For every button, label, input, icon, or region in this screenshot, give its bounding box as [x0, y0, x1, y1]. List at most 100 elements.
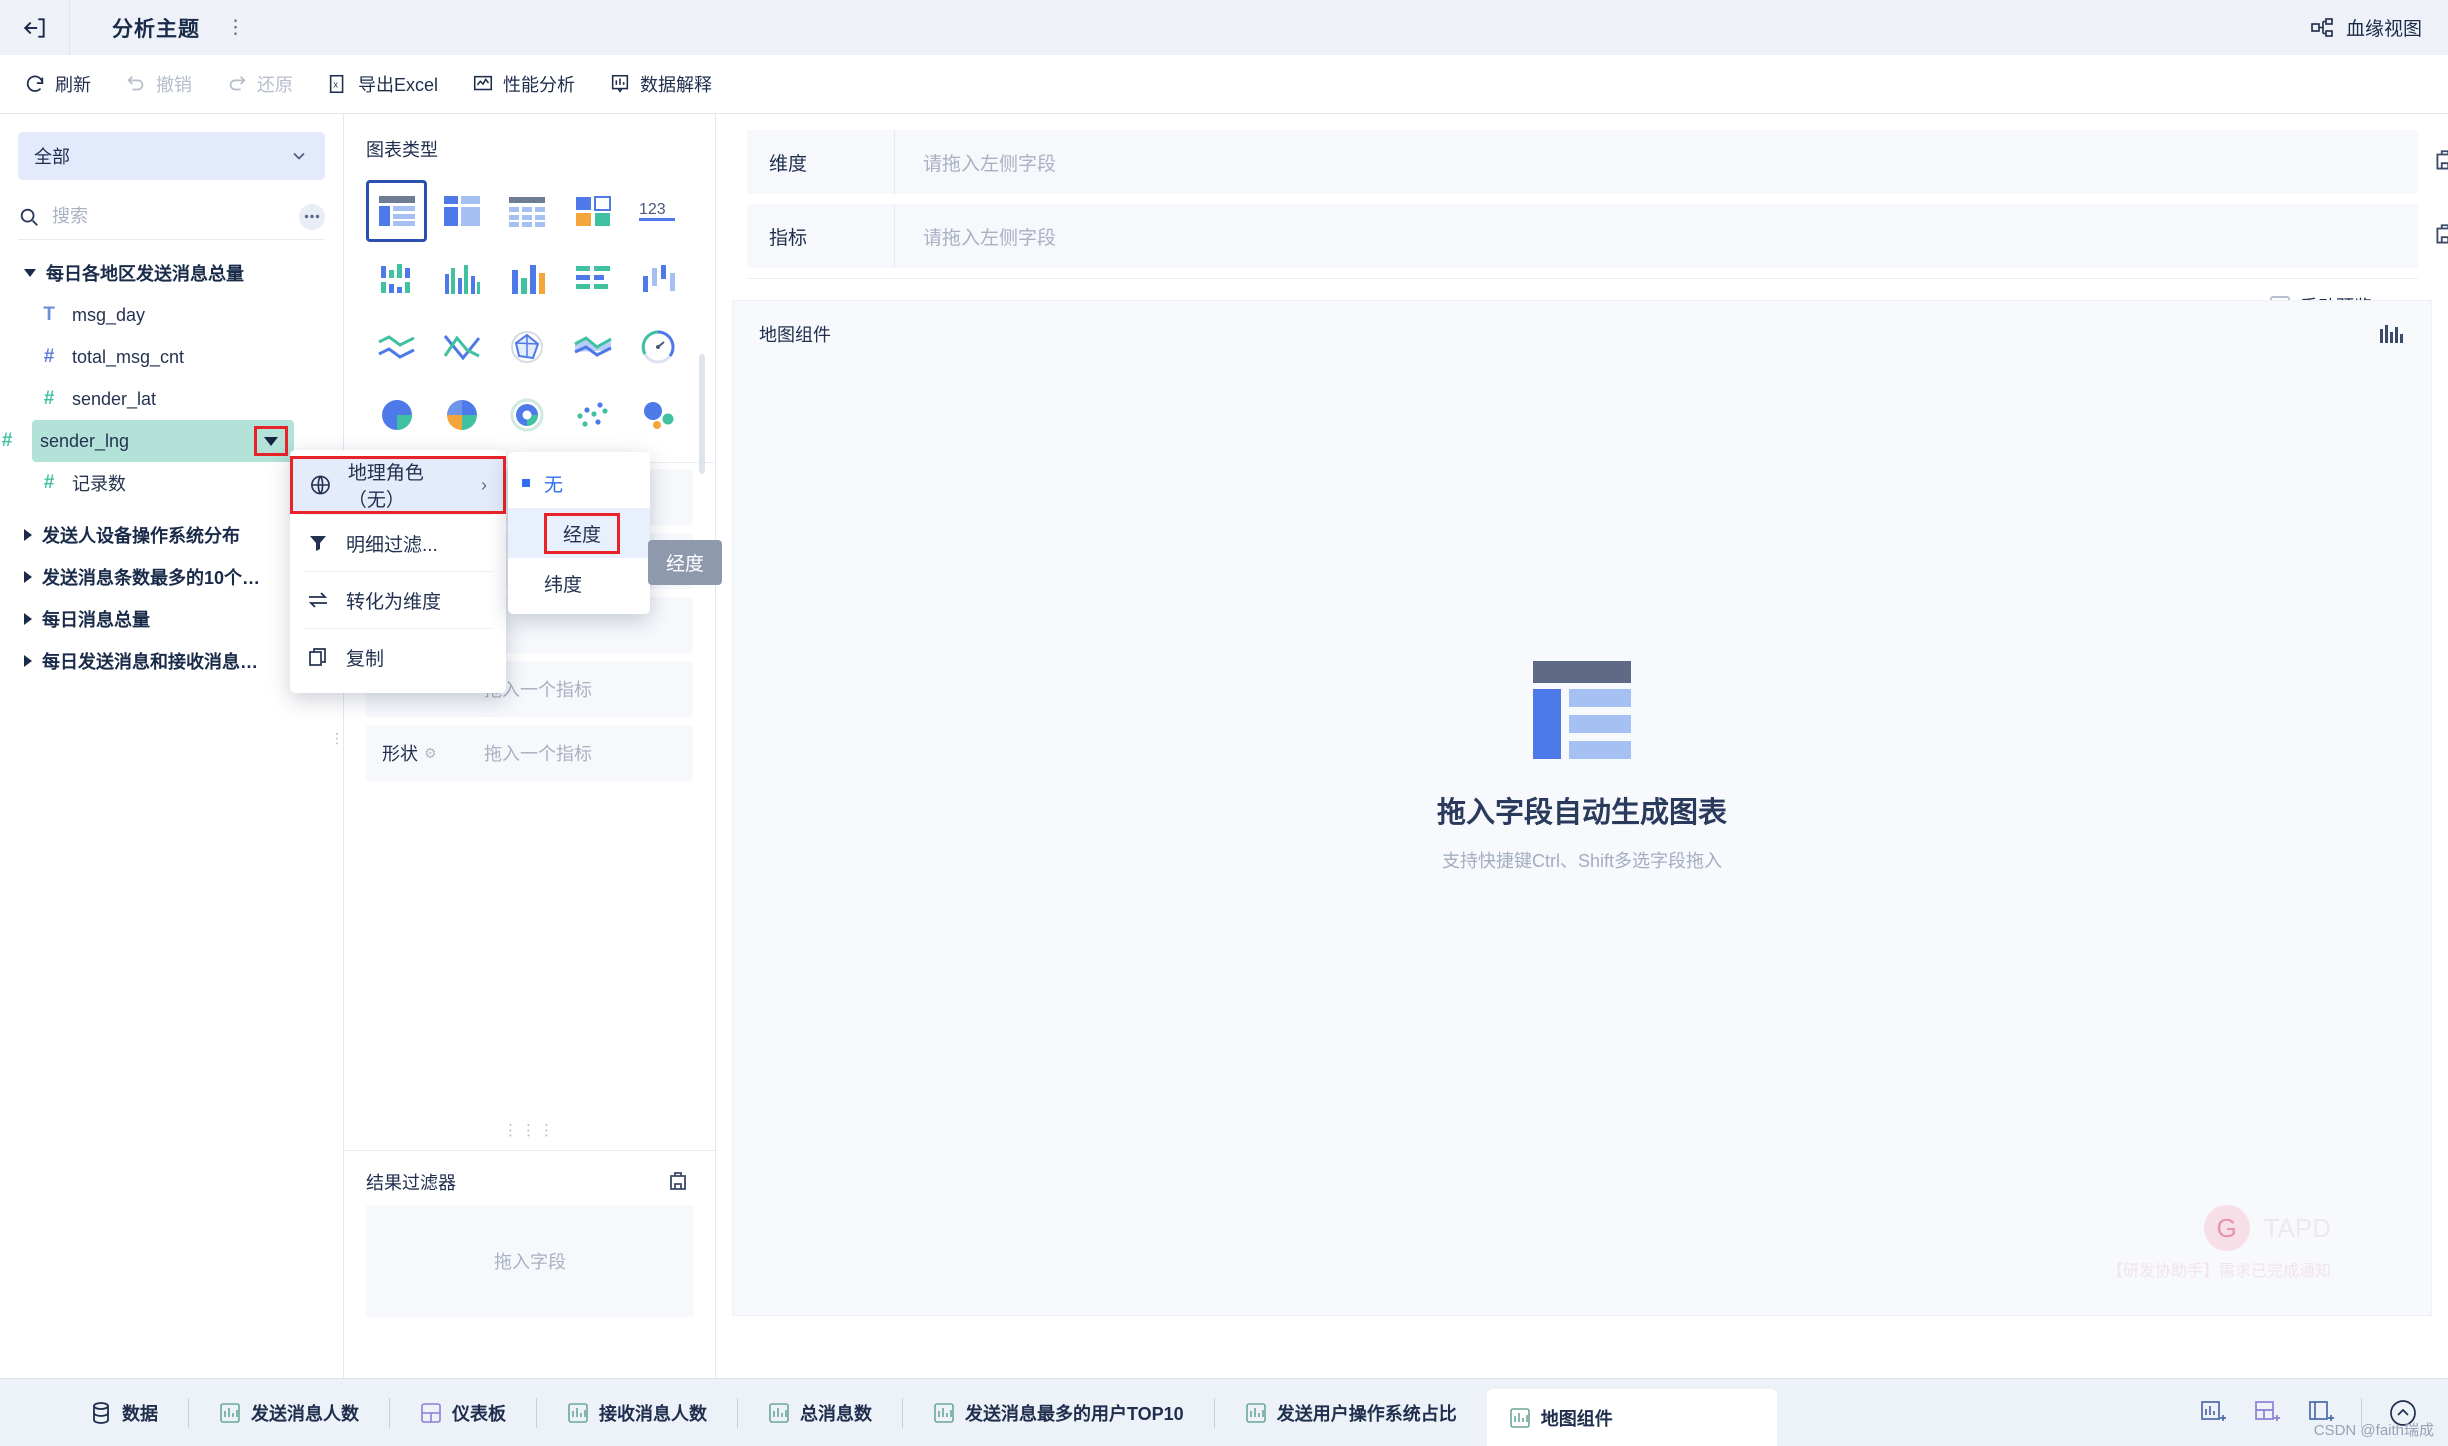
tree-group-header[interactable]: 每日各地区发送消息总量: [0, 252, 343, 294]
submenu-item-none[interactable]: 无: [508, 458, 650, 508]
chart-type-area[interactable]: [562, 316, 623, 378]
config-resize-handle[interactable]: ⋮⋮⋮: [344, 1119, 716, 1142]
data-explain-button[interactable]: 数据解释: [609, 71, 712, 97]
tab-top10-senders[interactable]: 发送消息最多的用户TOP10: [903, 1379, 1214, 1446]
tab-label: 仪表板: [452, 1403, 506, 1424]
chart-type-donut[interactable]: [497, 384, 558, 446]
excel-icon: x: [329, 74, 344, 94]
chart-type-column-block[interactable]: [431, 180, 492, 242]
field-item-sender-lng[interactable]: # sender_lng: [2, 420, 294, 462]
cross-table-chart-icon: [509, 197, 546, 227]
lineage-view-button[interactable]: 血缘视图: [2310, 0, 2422, 55]
bar-chart-icon: [1245, 1402, 1266, 1423]
submenu-label: 经度: [544, 512, 621, 554]
field-item-total-msg-cnt[interactable]: # total_msg_cnt: [0, 336, 343, 378]
chart-bars-icon[interactable]: [2379, 323, 2405, 345]
chart-type-scrollbar[interactable]: [699, 354, 705, 474]
submenu-item-latitude[interactable]: 纬度: [508, 558, 650, 608]
tree-group-label: 每日消息总量: [42, 610, 150, 630]
bar-chart-icon: [934, 1402, 954, 1423]
chart-type-pie[interactable]: [366, 384, 427, 446]
chart-type-gauge[interactable]: [628, 316, 689, 378]
save-icon[interactable]: [666, 1170, 690, 1194]
tab-map-component[interactable]: 地图组件: [1486, 1388, 1777, 1446]
undo-button[interactable]: 撤销: [125, 71, 192, 97]
refresh-button[interactable]: 刷新: [24, 71, 91, 97]
text-type-icon: T: [43, 304, 55, 325]
context-menu-item-detail-filter[interactable]: 明细过滤...: [290, 515, 506, 571]
measure-dropzone[interactable]: 指标 请拖入左侧字段: [747, 204, 2448, 268]
caret-right-icon: [24, 613, 32, 625]
data-explain-icon: [611, 74, 629, 93]
search-icon: [20, 208, 38, 226]
redo-button[interactable]: 还原: [226, 71, 293, 97]
redo-icon: [229, 76, 246, 91]
export-excel-button[interactable]: x 导出Excel: [327, 71, 438, 97]
undo-label: 撤销: [156, 75, 192, 95]
field-more-button[interactable]: [299, 203, 325, 230]
submenu-item-longitude[interactable]: 经度: [508, 508, 650, 558]
result-filter-dropzone[interactable]: 拖入字段: [366, 1205, 694, 1317]
area-chart-icon: [574, 336, 612, 357]
context-menu-item-convert-dimension[interactable]: 转化为维度: [290, 572, 506, 628]
title-more-button[interactable]: ⋮: [226, 18, 245, 37]
tab-dashboard[interactable]: 仪表板: [390, 1379, 536, 1446]
database-icon: [93, 1401, 109, 1424]
dataset-selector[interactable]: 全部: [18, 132, 325, 180]
geo-role-submenu: 无 经度 纬度: [508, 452, 650, 614]
field-item-sender-lat[interactable]: # sender_lat: [0, 378, 343, 420]
chart-type-cross-table[interactable]: [497, 180, 558, 242]
tab-data[interactable]: 数据: [60, 1379, 188, 1446]
field-label: msg_day: [72, 304, 146, 325]
back-button[interactable]: [0, 0, 70, 55]
chart-type-range-bar[interactable]: [628, 248, 689, 310]
number-type-icon: #: [43, 346, 55, 367]
add-chart-icon[interactable]: [2199, 1399, 2227, 1427]
tab-os-share[interactable]: 发送用户操作系统占比: [1215, 1379, 1487, 1446]
add-dashboard-icon[interactable]: [2253, 1399, 2281, 1427]
tab-send-msg-users[interactable]: 发送消息人数: [189, 1379, 389, 1446]
field-dropzones: 维度 请拖入左侧字段 指标 请拖入左侧字段: [717, 114, 2448, 268]
tab-label: 地图组件: [1540, 1408, 1613, 1429]
field-item-msg-day[interactable]: T msg_day: [0, 294, 343, 336]
tree-group-label: 发送人设备操作系统分布: [42, 526, 240, 546]
chart-type-intersect-line[interactable]: [431, 316, 492, 378]
scatter-chart-icon: [577, 402, 608, 427]
context-menu-item-geo-role[interactable]: 地理角色（无） ›: [290, 456, 506, 514]
tab-recv-msg-users[interactable]: 接收消息人数: [537, 1379, 737, 1446]
measure-placeholder: 请拖入左侧字段: [923, 227, 1057, 249]
chart-type-horizontal-bar[interactable]: [562, 248, 623, 310]
caret-right-icon: [24, 655, 32, 667]
tab-total-msgs[interactable]: 总消息数: [738, 1379, 902, 1446]
chart-type-multi-bar[interactable]: [431, 248, 492, 310]
chart-type-grouped-bar[interactable]: [366, 248, 427, 310]
page-title: 分析主题: [112, 17, 200, 41]
dimension-dropzone[interactable]: 维度 请拖入左侧字段: [747, 130, 2448, 194]
context-menu-label: 复制: [346, 648, 385, 670]
field-dropdown-button[interactable]: [254, 426, 288, 456]
chart-type-dual-line[interactable]: [366, 316, 427, 378]
field-label: 记录数: [72, 474, 126, 494]
chart-type-rose-pie[interactable]: [431, 384, 492, 446]
caret-right-icon: [24, 529, 32, 541]
encoding-label: 形状: [382, 744, 418, 764]
encoding-row-shape[interactable]: 形状 ⚙ 拖入一个指标: [366, 725, 693, 781]
dimension-placeholder: 请拖入左侧字段: [923, 153, 1057, 175]
chart-type-mosaic[interactable]: [562, 180, 623, 242]
gear-icon[interactable]: ⚙: [424, 745, 437, 762]
performance-analysis-button[interactable]: 性能分析: [472, 71, 575, 97]
tree-group-label: 每日发送消息和接收消息…: [42, 652, 258, 672]
chart-type-column[interactable]: [497, 248, 558, 310]
filter-icon: [310, 536, 326, 551]
save-icon[interactable]: [2432, 222, 2448, 248]
chart-type-bubble[interactable]: [628, 384, 689, 446]
search-input[interactable]: [52, 206, 287, 227]
dual-line-chart-icon: [378, 335, 415, 359]
chart-type-radar[interactable]: [497, 316, 558, 378]
tab-label: 发送消息最多的用户TOP10: [965, 1403, 1184, 1424]
chart-type-number-kpi[interactable]: 123: [628, 180, 689, 242]
chart-type-scatter[interactable]: [562, 384, 623, 446]
context-menu-item-copy[interactable]: 复制: [290, 629, 506, 685]
chart-type-table-left-header[interactable]: [366, 180, 428, 242]
save-icon[interactable]: [2432, 148, 2448, 174]
